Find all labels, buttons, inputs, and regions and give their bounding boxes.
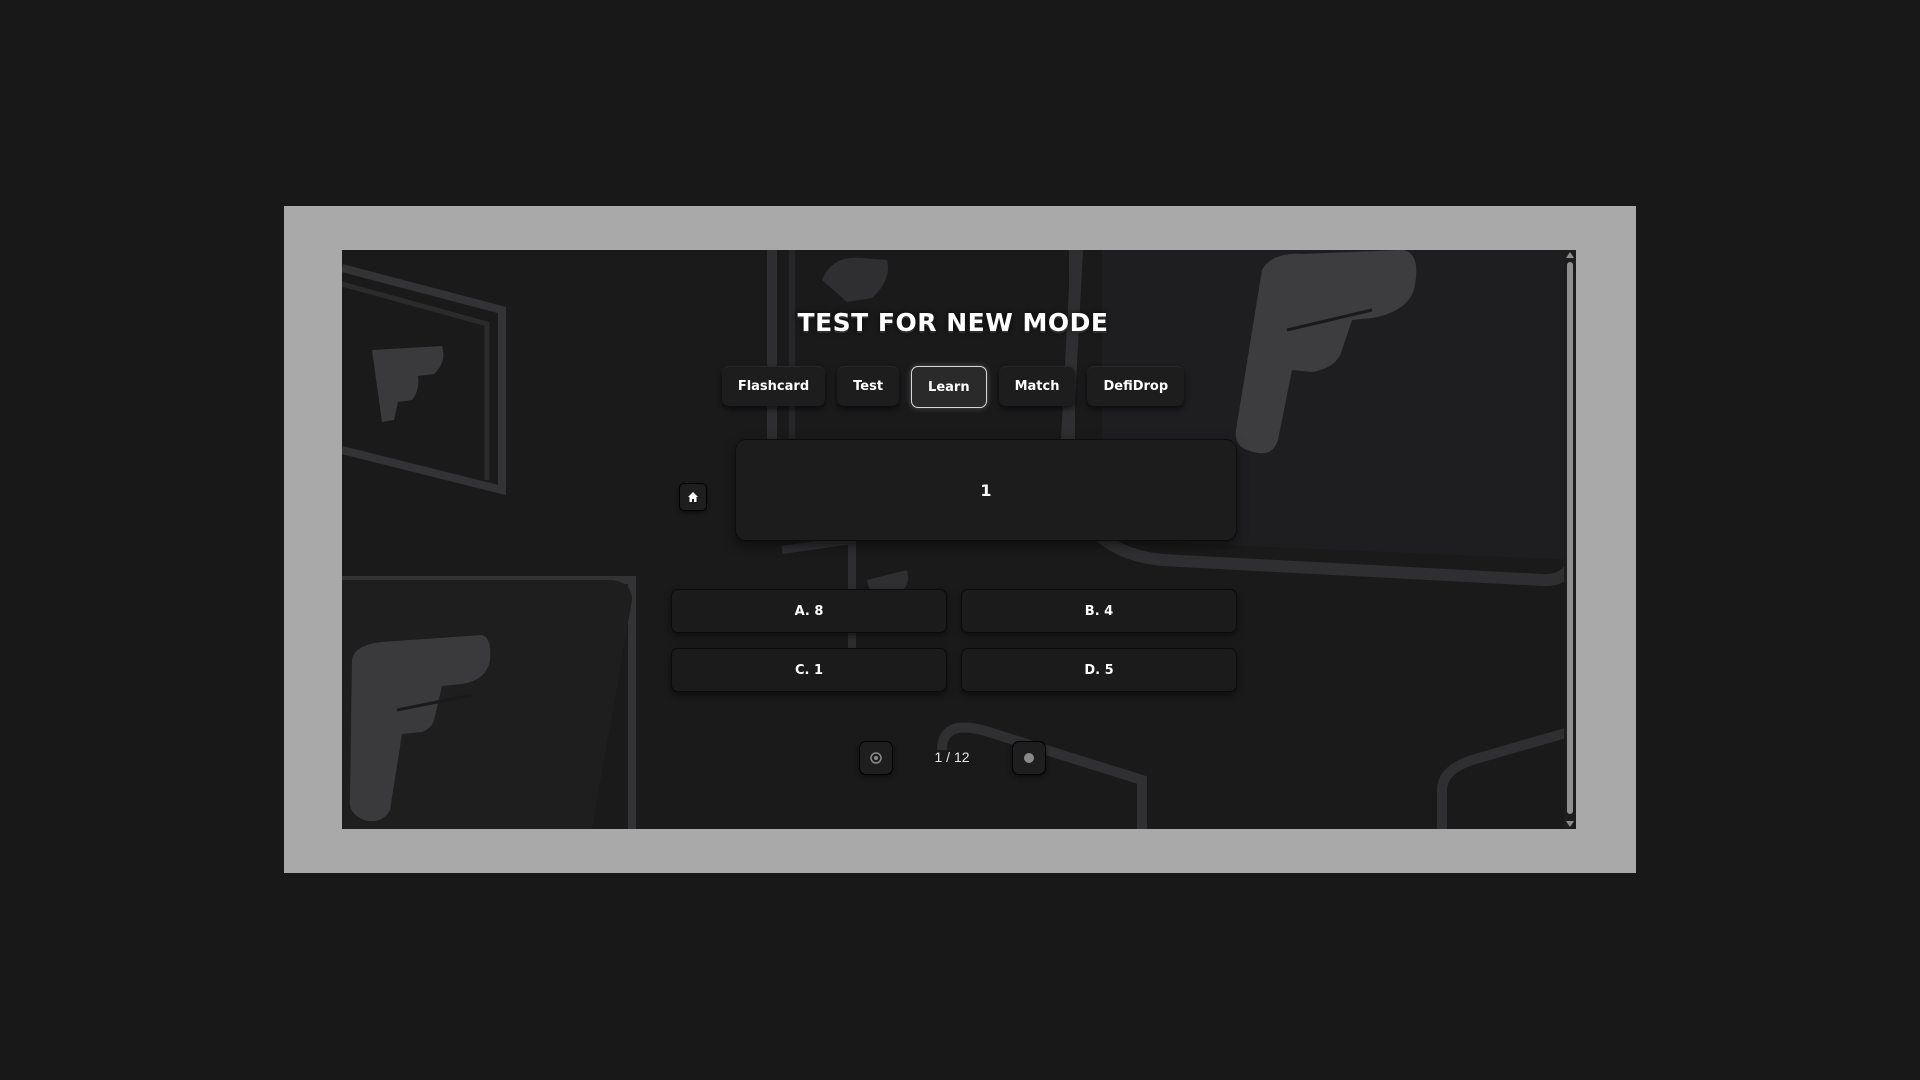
option-b[interactable]: B. 4 (962, 590, 1236, 632)
tab-defidrop[interactable]: DefiDrop (1087, 366, 1185, 406)
tab-test[interactable]: Test (837, 366, 900, 406)
prev-circle-icon (870, 752, 882, 764)
tab-learn[interactable]: Learn (911, 366, 987, 408)
scroll-thumb[interactable] (1567, 262, 1573, 814)
home-button[interactable] (680, 484, 706, 510)
question-card: 1 (736, 440, 1236, 540)
tab-match[interactable]: Match (998, 366, 1076, 406)
question-text: 1 (980, 480, 992, 500)
next-button[interactable] (1013, 742, 1045, 774)
option-c[interactable]: C. 1 (672, 649, 946, 691)
scroll-down-arrow-icon[interactable] (1566, 821, 1574, 827)
mode-tabs: Flashcard Test Learn Match DefiDrop (342, 366, 1564, 408)
option-a[interactable]: A. 8 (672, 590, 946, 632)
option-d[interactable]: D. 5 (962, 649, 1236, 691)
tab-flashcard[interactable]: Flashcard (721, 366, 826, 406)
home-icon (688, 492, 698, 502)
app-viewport: TEST FOR NEW MODE Flashcard Test Learn M… (342, 250, 1576, 829)
scroll-up-arrow-icon[interactable] (1566, 252, 1574, 258)
answer-options: A. 8 B. 4 C. 1 D. 5 (672, 590, 1236, 691)
page-title: TEST FOR NEW MODE (797, 308, 1109, 337)
next-circle-icon (1024, 753, 1034, 763)
page-counter: 1 / 12 (934, 749, 970, 765)
scrollbar[interactable] (1564, 250, 1576, 829)
